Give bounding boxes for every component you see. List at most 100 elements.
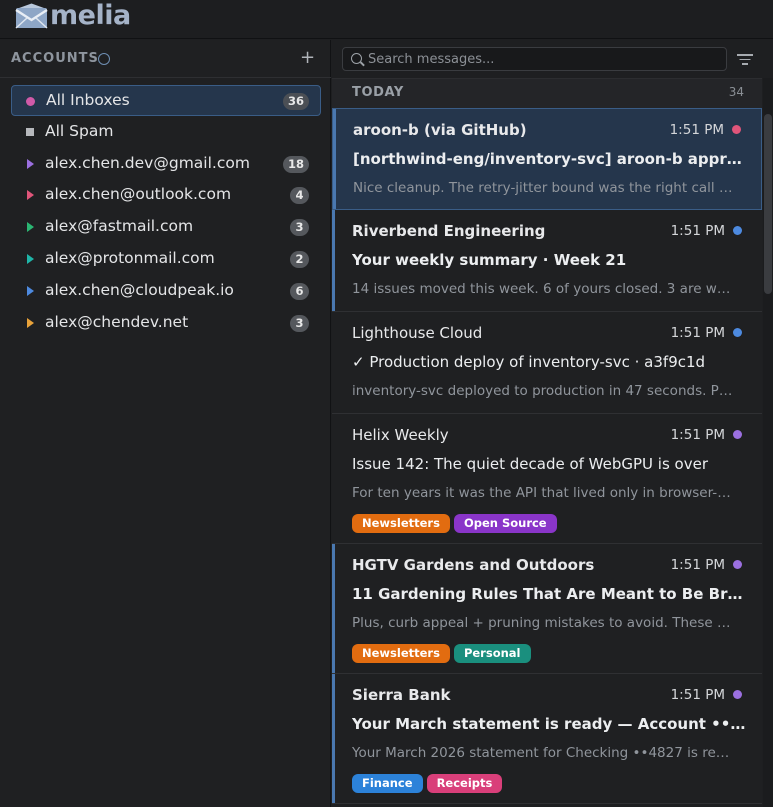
account-item[interactable]: All Inboxes 36 <box>11 85 321 116</box>
account-item[interactable]: alex.chen@cloudpeak.io 6 <box>11 276 321 307</box>
search-box[interactable] <box>342 47 727 71</box>
message-preview: Your March 2026 statement for Checking •… <box>352 745 734 761</box>
message-item[interactable]: Riverbend Engineering 1:51 PM Your weekly … <box>332 210 762 312</box>
message-time: 1:51 PM <box>669 122 724 138</box>
search-input[interactable] <box>368 50 718 69</box>
unread-indicator <box>332 674 335 803</box>
unread-count-badge: 18 <box>282 156 309 173</box>
message-subject: Your weekly summary · Week 21 <box>352 251 627 269</box>
accounts-header: ACCOUNTS + <box>0 40 331 78</box>
top-bar: melia <box>0 0 773 39</box>
expand-triangle-icon[interactable] <box>27 159 34 169</box>
search-icon <box>351 53 362 64</box>
message-sender: Riverbend Engineering <box>352 222 546 240</box>
message-time: 1:51 PM <box>670 427 725 443</box>
account-label: alex@fastmail.com <box>45 217 194 235</box>
account-color-dot <box>733 560 742 569</box>
message-sender: aroon-b (via GitHub) <box>353 121 527 139</box>
sync-status-icon <box>98 53 110 65</box>
message-subject: [northwind-eng/inventory-svc] aroon-b ap… <box>353 150 747 168</box>
spam-square-icon <box>26 128 34 136</box>
unread-indicator <box>332 544 335 673</box>
account-label: All Inboxes <box>46 91 130 109</box>
message-item[interactable]: Helix Weekly 1:51 PM Issue 142: The quiet … <box>332 414 762 544</box>
expand-triangle-icon[interactable] <box>27 318 34 328</box>
label-tag[interactable]: Finance <box>352 774 423 793</box>
unread-count-badge: 4 <box>290 187 309 204</box>
message-sender: Helix Weekly <box>352 426 449 444</box>
expand-triangle-icon[interactable] <box>27 254 34 264</box>
message-preview: inventory-svc deployed to production in … <box>352 383 734 399</box>
envelope-icon <box>15 3 48 29</box>
account-item[interactable]: All Spam <box>11 117 321 148</box>
message-time: 1:51 PM <box>670 557 725 573</box>
unread-count-badge: 3 <box>290 315 309 332</box>
scrollbar-thumb[interactable] <box>764 114 772 294</box>
message-item[interactable]: HGTV Gardens and Outdoors 1:51 PM 11 Garde… <box>332 544 762 674</box>
account-label: All Spam <box>45 122 114 140</box>
unread-count-badge: 36 <box>282 93 309 110</box>
expand-triangle-icon[interactable] <box>27 222 34 232</box>
message-preview: Nice cleanup. The retry-jitter bound was… <box>353 180 735 196</box>
message-time: 1:51 PM <box>670 687 725 703</box>
search-row <box>332 40 773 78</box>
account-color-dot <box>733 690 742 699</box>
account-label: alex.chen.dev@gmail.com <box>45 154 250 172</box>
section-count: 34 <box>728 85 744 99</box>
scrollbar[interactable] <box>763 78 773 807</box>
message-tags: Newsletters Personal <box>352 644 531 663</box>
message-item[interactable]: Sierra Bank 1:51 PM Your March statement i… <box>332 674 762 804</box>
filter-icon[interactable] <box>737 54 753 65</box>
account-item[interactable]: alex@fastmail.com 3 <box>11 212 321 243</box>
label-tag[interactable]: Newsletters <box>352 514 450 533</box>
account-item[interactable]: alex@chendev.net 3 <box>11 308 321 339</box>
account-label: alex@protonmail.com <box>45 249 215 267</box>
unread-count-badge: 3 <box>290 219 309 236</box>
message-subject: 11 Gardening Rules That Are Meant to Be … <box>352 585 746 603</box>
account-label: alex.chen@outlook.com <box>45 185 232 203</box>
message-time: 1:51 PM <box>670 325 725 341</box>
message-tags: Finance Receipts <box>352 774 503 793</box>
message-tags: Newsletters Open Source <box>352 514 557 533</box>
message-item[interactable]: aroon-b (via GitHub) 1:51 PM [northwind-en… <box>332 108 762 210</box>
app-logo: melia <box>15 1 131 31</box>
message-sender: HGTV Gardens and Outdoors <box>352 556 595 574</box>
account-item[interactable]: alex.chen.dev@gmail.com 18 <box>11 149 321 180</box>
section-title: TODAY <box>352 85 404 100</box>
app-name: melia <box>50 0 131 31</box>
account-item[interactable]: alex@protonmail.com 2 <box>11 244 321 275</box>
message-preview: For ten years it was the API that lived … <box>352 485 734 501</box>
unread-count-badge: 2 <box>290 251 309 268</box>
account-color-dot <box>733 328 742 337</box>
message-preview: Plus, curb appeal + pruning mistakes to … <box>352 615 734 631</box>
accounts-title: ACCOUNTS <box>11 51 99 66</box>
message-subject: ✓ Production deploy of inventory-svc · a… <box>352 353 706 371</box>
message-item[interactable]: Lighthouse Cloud 1:51 PM ✓ Production depl… <box>332 312 762 414</box>
message-preview: 14 issues moved this week. 6 of yours cl… <box>352 281 734 297</box>
message-sender: Lighthouse Cloud <box>352 324 483 342</box>
account-item[interactable]: alex.chen@outlook.com 4 <box>11 180 321 211</box>
label-tag[interactable]: Open Source <box>453 514 557 533</box>
message-time: 1:51 PM <box>670 223 725 239</box>
inbox-dot-icon <box>26 97 35 106</box>
account-color-dot <box>732 125 741 134</box>
label-tag[interactable]: Newsletters <box>352 644 450 663</box>
account-color-dot <box>733 430 742 439</box>
account-color-dot <box>733 226 742 235</box>
account-label: alex.chen@cloudpeak.io <box>45 281 234 299</box>
unread-indicator <box>332 210 335 311</box>
label-tag[interactable]: Personal <box>453 644 531 663</box>
label-tag[interactable]: Receipts <box>426 774 503 793</box>
account-label: alex@chendev.net <box>45 313 189 331</box>
expand-triangle-icon[interactable] <box>27 286 34 296</box>
add-account-button[interactable]: + <box>300 47 315 69</box>
unread-count-badge: 6 <box>290 283 309 300</box>
expand-triangle-icon[interactable] <box>27 190 34 200</box>
message-sender: Sierra Bank <box>352 686 451 704</box>
date-section-header: TODAY 34 <box>332 78 762 108</box>
accounts-sidebar: ACCOUNTS + All Inboxes 36 All Spam alex.che… <box>0 40 331 807</box>
message-subject: Your March statement is ready — Account … <box>352 715 746 733</box>
message-list-pane: TODAY 34 aroon-b (via GitHub) 1:51 PM [nor… <box>332 40 773 807</box>
message-subject: Issue 142: The quiet decade of WebGPU is… <box>352 455 709 473</box>
unread-indicator <box>333 109 336 209</box>
